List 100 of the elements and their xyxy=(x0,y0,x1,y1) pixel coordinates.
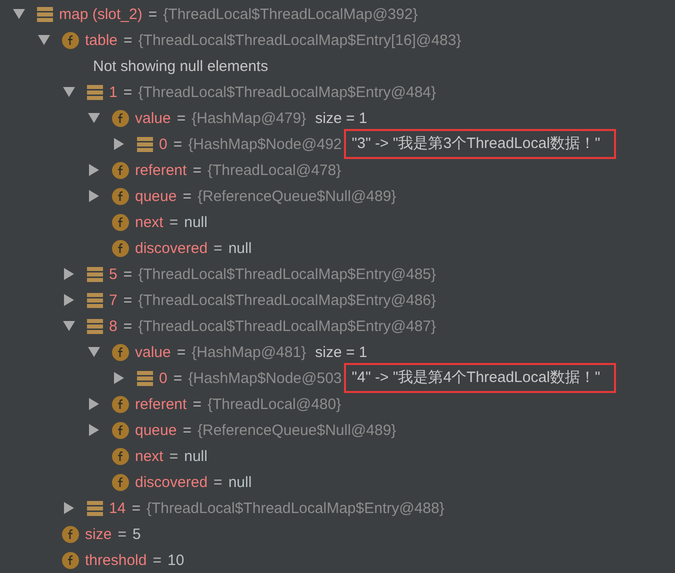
variable-name: value xyxy=(135,110,171,126)
variable-value: null xyxy=(184,214,208,230)
array-icon xyxy=(87,318,103,334)
variable-name: threshold xyxy=(85,552,147,568)
collapsed-arrow-icon[interactable] xyxy=(114,138,124,150)
equals-sign: = xyxy=(176,344,186,360)
expanded-arrow-icon[interactable] xyxy=(38,35,50,45)
array-icon xyxy=(87,292,103,308)
variable-value: {HashMap$Node@492 xyxy=(188,136,342,152)
equals-sign: = xyxy=(214,240,222,256)
field-icon xyxy=(112,448,129,464)
field-icon xyxy=(112,396,129,412)
variable-name: discovered xyxy=(135,474,208,490)
field-icon xyxy=(112,110,129,126)
variable-name: 0 xyxy=(159,370,168,386)
equals-sign: = xyxy=(173,370,182,386)
variable-name: 14 xyxy=(109,500,126,516)
array-icon xyxy=(137,136,153,152)
collapsed-arrow-icon[interactable] xyxy=(64,502,74,514)
field-icon xyxy=(112,214,129,230)
array-icon xyxy=(87,500,103,516)
array-icon xyxy=(87,266,103,282)
equals-sign: = xyxy=(192,396,202,412)
variable-value: {ThreadLocal$ThreadLocalMap$Entry@487} xyxy=(138,318,436,334)
equals-sign: = xyxy=(182,422,192,438)
equals-sign: = xyxy=(152,552,162,568)
variable-value: {ThreadLocal$ThreadLocalMap$Entry@486} xyxy=(138,292,436,308)
variable-name: next xyxy=(135,448,164,464)
variable-name: queue xyxy=(135,422,177,438)
variable-value: {ThreadLocal$ThreadLocalMap$Entry@484} xyxy=(138,84,436,100)
variable-name: 8 xyxy=(109,318,118,334)
collapsed-arrow-icon[interactable] xyxy=(64,268,74,280)
equals-sign: = xyxy=(214,474,222,490)
variable-value: 10 xyxy=(167,552,184,568)
variable-value: {ThreadLocal$ThreadLocalMap$Entry@488} xyxy=(146,500,444,516)
equals-sign: = xyxy=(173,136,182,152)
variable-name: next xyxy=(135,214,164,230)
collapsed-arrow-icon[interactable] xyxy=(89,190,99,202)
collapsed-arrow-icon[interactable] xyxy=(114,372,124,384)
field-icon xyxy=(112,240,129,256)
collapsed-arrow-icon[interactable] xyxy=(89,424,99,436)
equals-sign: = xyxy=(123,266,132,282)
variable-value: {ThreadLocal$ThreadLocalMap$Entry[16]@483} xyxy=(138,32,462,48)
variable-value: {ReferenceQueue$Null@489} xyxy=(197,422,396,438)
variable-value: {ReferenceQueue$Null@489} xyxy=(197,188,396,204)
variable-value: {HashMap$Node@503 xyxy=(188,370,342,386)
variable-value: null xyxy=(228,474,252,490)
variable-value: {HashMap@481} xyxy=(192,344,306,360)
variable-name: referent xyxy=(135,162,187,178)
variable-value: null xyxy=(228,240,252,256)
size-label: size = 1 xyxy=(315,110,368,126)
field-icon xyxy=(62,552,79,568)
expanded-arrow-icon[interactable] xyxy=(63,321,75,331)
equals-sign: = xyxy=(169,448,178,464)
variable-value: {ThreadLocal$ThreadLocalMap$Entry@485} xyxy=(138,266,436,282)
equals-sign: = xyxy=(123,318,132,334)
variable-value: {HashMap@479} xyxy=(192,110,306,126)
collapsed-arrow-icon[interactable] xyxy=(89,164,99,176)
variable-name: 7 xyxy=(109,292,118,308)
expanded-arrow-icon[interactable] xyxy=(13,9,25,19)
field-icon xyxy=(112,344,129,360)
equals-sign: = xyxy=(148,6,158,22)
variable-name: map (slot_2) xyxy=(59,6,142,22)
field-icon xyxy=(62,526,79,542)
array-icon xyxy=(87,84,103,100)
variable-name: value xyxy=(135,344,171,360)
variable-name: discovered xyxy=(135,240,208,256)
variable-name: 5 xyxy=(109,266,118,282)
array-icon xyxy=(137,370,153,386)
field-icon xyxy=(112,162,129,178)
equals-sign: = xyxy=(182,188,192,204)
variable-name: queue xyxy=(135,188,177,204)
variable-value: {ThreadLocal@480} xyxy=(207,396,342,412)
variable-value: 5 xyxy=(132,526,141,542)
expanded-arrow-icon[interactable] xyxy=(88,113,100,123)
expanded-arrow-icon[interactable] xyxy=(63,87,75,97)
variable-name: size xyxy=(85,526,112,542)
equals-sign: = xyxy=(124,32,132,48)
equals-sign: = xyxy=(132,500,140,516)
field-icon xyxy=(62,32,79,48)
variable-name: table xyxy=(85,32,118,48)
highlighted-entry: "4" -> "我是第4个ThreadLocal数据！" xyxy=(344,363,616,393)
equals-sign: = xyxy=(118,526,126,542)
equals-sign: = xyxy=(169,214,178,230)
variable-value: {ThreadLocal$ThreadLocalMap@392} xyxy=(163,6,418,22)
collapsed-arrow-icon[interactable] xyxy=(89,398,99,410)
info-note: Not showing null elements xyxy=(93,58,268,74)
field-icon xyxy=(112,422,129,438)
variable-value: {ThreadLocal@478} xyxy=(207,162,342,178)
variable-name: 1 xyxy=(109,84,118,100)
equals-sign: = xyxy=(192,162,202,178)
equals-sign: = xyxy=(123,84,132,100)
variable-value: null xyxy=(184,448,208,464)
field-icon xyxy=(112,474,129,490)
variable-name: 0 xyxy=(159,136,168,152)
equals-sign: = xyxy=(123,292,132,308)
highlighted-entry: "3" -> "我是第3个ThreadLocal数据！" xyxy=(344,129,616,159)
field-icon xyxy=(112,188,129,204)
expanded-arrow-icon[interactable] xyxy=(88,347,100,357)
collapsed-arrow-icon[interactable] xyxy=(64,294,74,306)
